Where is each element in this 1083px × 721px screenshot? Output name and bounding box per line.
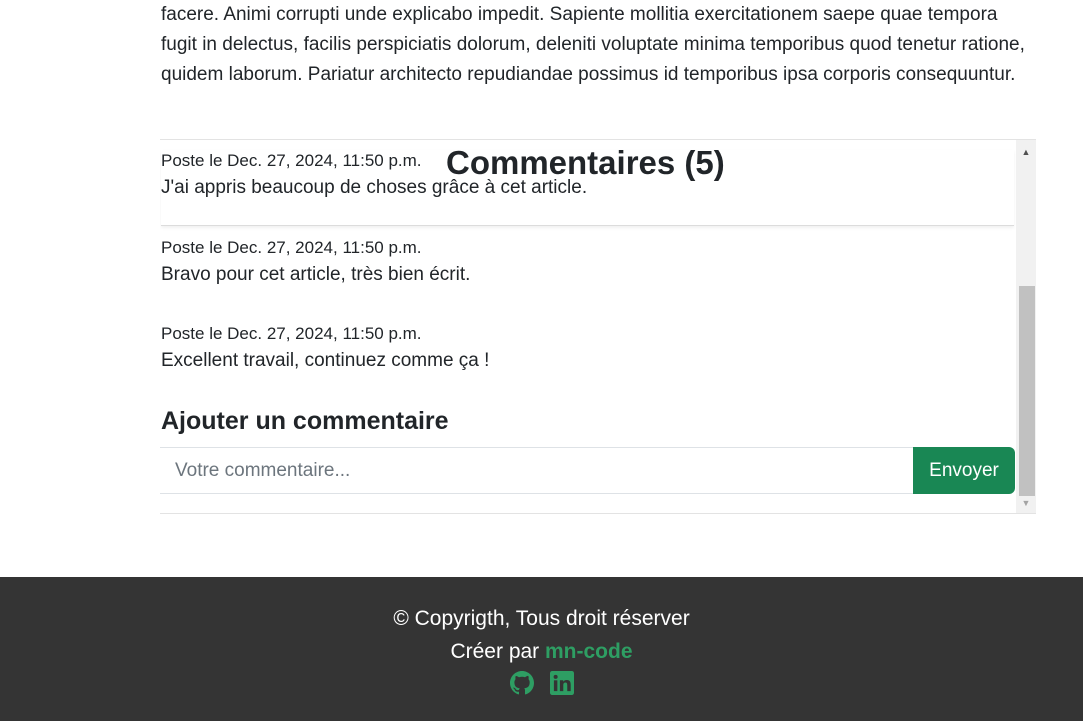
site-footer: © Copyrigth, Tous droit réserver Créer p… [0, 577, 1083, 721]
comment-input[interactable] [160, 447, 913, 494]
scroll-down-arrow-icon[interactable]: ▼ [1016, 495, 1036, 511]
github-icon[interactable] [509, 671, 534, 695]
comment-date: Poste le Dec. 27, 2024, 11:50 p.m. [161, 324, 422, 343]
comment-item: Poste le Dec. 27, 2024, 11:50 p.m. Excel… [161, 323, 1014, 374]
comment-form: Envoyer [160, 447, 1015, 494]
comments-scrollbar[interactable]: ▲ ▼ [1016, 140, 1036, 513]
social-links [0, 671, 1083, 695]
comment-item: Poste le Dec. 27, 2024, 11:50 p.m. Bravo… [161, 237, 1014, 288]
add-comment-title: Ajouter un commentaire [161, 407, 449, 435]
comments-title: Commentaires (5) [446, 144, 725, 181]
send-button[interactable]: Envoyer [913, 447, 1015, 494]
comment-text: Excellent travail, continuez comme ça ! [161, 350, 490, 371]
linkedin-icon[interactable] [549, 671, 574, 695]
comments-section: Poste le Dec. 27, 2024, 11:50 p.m. J'ai … [160, 139, 1036, 514]
comment-date: Poste le Dec. 27, 2024, 11:50 p.m. [161, 238, 422, 257]
scroll-up-arrow-icon[interactable]: ▲ [1016, 144, 1036, 160]
scroll-thumb[interactable] [1019, 286, 1035, 496]
created-by: Créer par mn-code [0, 640, 1083, 664]
copyright-text: © Copyrigth, Tous droit réserver [393, 607, 690, 630]
created-by-prefix: Créer par [450, 640, 545, 663]
author-link[interactable]: mn-code [545, 640, 633, 663]
comment-text: Bravo pour cet article, très bien écrit. [161, 264, 471, 285]
comments-scroll-area: Poste le Dec. 27, 2024, 11:50 p.m. J'ai … [160, 140, 1016, 513]
article-body: facere. Animi corrupti unde explicabo im… [161, 4, 1025, 85]
